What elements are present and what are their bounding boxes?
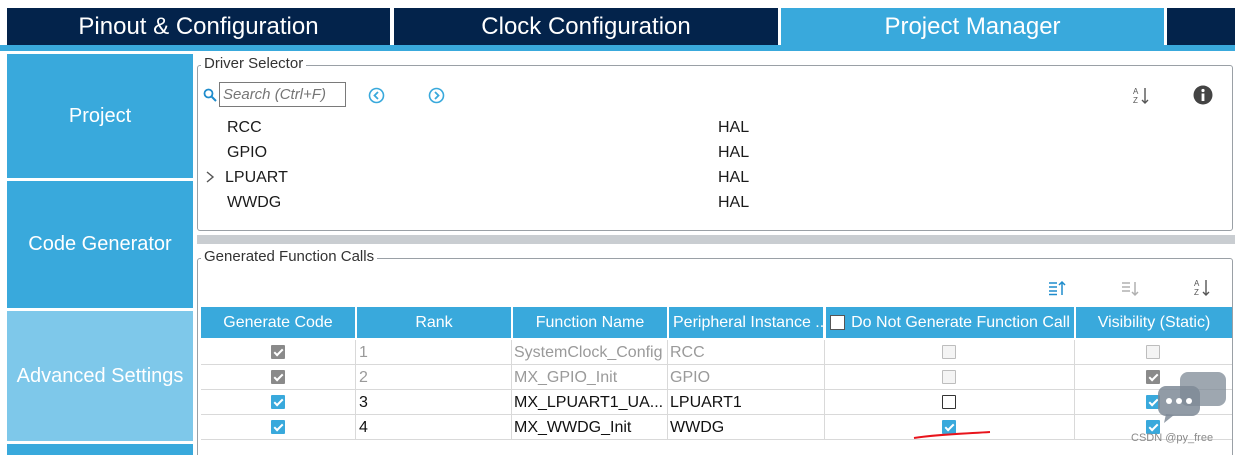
search-icon bbox=[203, 88, 217, 102]
do-not-generate-checkbox[interactable] bbox=[942, 370, 956, 384]
previous-icon[interactable] bbox=[368, 87, 385, 104]
peripheral-cell: LPUART1 bbox=[670, 393, 742, 411]
svg-text:Z: Z bbox=[1133, 96, 1138, 105]
column-header-label: Rank bbox=[415, 313, 453, 331]
driver-name[interactable]: RCC bbox=[227, 119, 262, 137]
column-header-peripheral-instance[interactable]: Peripheral Instance ... bbox=[669, 307, 823, 338]
select-all-checkbox[interactable] bbox=[830, 315, 846, 330]
column-divider bbox=[355, 340, 356, 440]
svg-text:Z: Z bbox=[1194, 288, 1199, 297]
search-input[interactable] bbox=[219, 82, 346, 107]
driver-selector-title: Driver Selector bbox=[201, 55, 307, 72]
svg-text:A: A bbox=[1133, 87, 1139, 96]
driver-value[interactable]: HAL bbox=[718, 169, 749, 187]
chevron-right-icon[interactable] bbox=[205, 170, 215, 184]
tab-clock-configuration[interactable]: Clock Configuration bbox=[394, 8, 778, 45]
column-header-label: Function Name bbox=[535, 313, 645, 331]
column-header-function-name[interactable]: Function Name bbox=[513, 307, 667, 338]
project-manager-window: Pinout & Configuration Clock Configurati… bbox=[0, 0, 1235, 455]
column-header-label: Do Not Generate Function Call bbox=[851, 313, 1070, 331]
tab-label: Project Manager bbox=[884, 12, 1061, 40]
column-divider bbox=[667, 340, 668, 440]
sidebar-item-next bbox=[7, 444, 193, 455]
sidebar-item-code-generator[interactable]: Code Generator bbox=[7, 181, 193, 308]
watermark: CSDN @py_free bbox=[1131, 432, 1214, 444]
sidebar-item-project[interactable]: Project bbox=[7, 54, 193, 178]
generate-code-checkbox[interactable] bbox=[271, 420, 285, 434]
sidebar-item-label: Advanced Settings bbox=[16, 364, 184, 387]
sort-az-icon[interactable]: A Z bbox=[1193, 278, 1213, 298]
do-not-generate-checkbox[interactable] bbox=[942, 395, 956, 409]
driver-name[interactable]: WWDG bbox=[227, 194, 281, 212]
driver-value[interactable]: HAL bbox=[718, 144, 749, 162]
sidebar-item-label: Project bbox=[68, 104, 132, 127]
tab-label: Clock Configuration bbox=[481, 12, 691, 40]
chat-bubble-icon[interactable] bbox=[1156, 370, 1228, 424]
rank-cell: 4 bbox=[359, 418, 368, 436]
function-name-cell: MX_LPUART1_UA... bbox=[514, 393, 664, 411]
driver-value[interactable]: HAL bbox=[718, 119, 749, 137]
driver-name[interactable]: LPUART bbox=[225, 169, 288, 187]
column-header-label: Generate Code bbox=[223, 313, 333, 331]
info-icon[interactable] bbox=[1193, 85, 1213, 105]
column-header-label: Peripheral Instance ... bbox=[673, 313, 823, 331]
tab-pinout-configuration[interactable]: Pinout & Configuration bbox=[7, 8, 390, 45]
sidebar-item-label: Code Generator bbox=[28, 233, 172, 255]
tab-overflow bbox=[1167, 8, 1235, 45]
generate-code-checkbox[interactable] bbox=[271, 370, 285, 384]
column-header-rank[interactable]: Rank bbox=[357, 307, 511, 338]
peripheral-cell: GPIO bbox=[670, 368, 711, 386]
sidebar-item-advanced-settings[interactable]: Advanced Settings bbox=[7, 311, 193, 441]
column-divider bbox=[1074, 340, 1075, 440]
column-divider bbox=[824, 340, 825, 440]
rank-cell: 3 bbox=[359, 393, 368, 411]
column-header-generate-code[interactable]: Generate Code bbox=[201, 307, 355, 338]
sort-az-icon[interactable]: A Z bbox=[1132, 86, 1152, 106]
annotation-underline bbox=[913, 431, 991, 439]
generated-calls-title: Generated Function Calls bbox=[201, 248, 378, 265]
rank-cell: 1 bbox=[359, 343, 368, 361]
generate-code-checkbox[interactable] bbox=[271, 395, 285, 409]
rank-cell: 2 bbox=[359, 368, 368, 386]
tab-underline bbox=[0, 45, 1235, 51]
function-name-cell: SystemClock_Config bbox=[514, 343, 663, 361]
tab-label: Pinout & Configuration bbox=[78, 12, 319, 40]
visibility-checkbox[interactable] bbox=[1146, 345, 1160, 359]
splitter[interactable] bbox=[197, 235, 1235, 244]
driver-selector-group bbox=[197, 65, 1233, 231]
tab-project-manager[interactable]: Project Manager bbox=[781, 8, 1164, 45]
function-name-cell: MX_WWDG_Init bbox=[514, 418, 632, 436]
next-icon[interactable] bbox=[428, 87, 445, 104]
column-header-label: Visibility (Static) bbox=[1097, 313, 1211, 331]
column-header-visibility[interactable]: Visibility (Static) bbox=[1076, 307, 1232, 338]
driver-name[interactable]: GPIO bbox=[227, 144, 267, 162]
column-header-do-not-generate[interactable]: Do Not Generate Function Call bbox=[826, 307, 1074, 338]
svg-text:A: A bbox=[1194, 279, 1200, 288]
driver-value[interactable]: HAL bbox=[718, 194, 749, 212]
sort-ascending-icon[interactable] bbox=[1048, 279, 1066, 297]
peripheral-cell: WWDG bbox=[670, 418, 725, 436]
generate-code-checkbox[interactable] bbox=[271, 345, 285, 359]
function-name-cell: MX_GPIO_Init bbox=[514, 368, 618, 386]
column-divider bbox=[511, 340, 512, 440]
sort-descending-icon[interactable] bbox=[1121, 279, 1139, 297]
peripheral-cell: RCC bbox=[670, 343, 705, 361]
do-not-generate-checkbox[interactable] bbox=[942, 345, 956, 359]
